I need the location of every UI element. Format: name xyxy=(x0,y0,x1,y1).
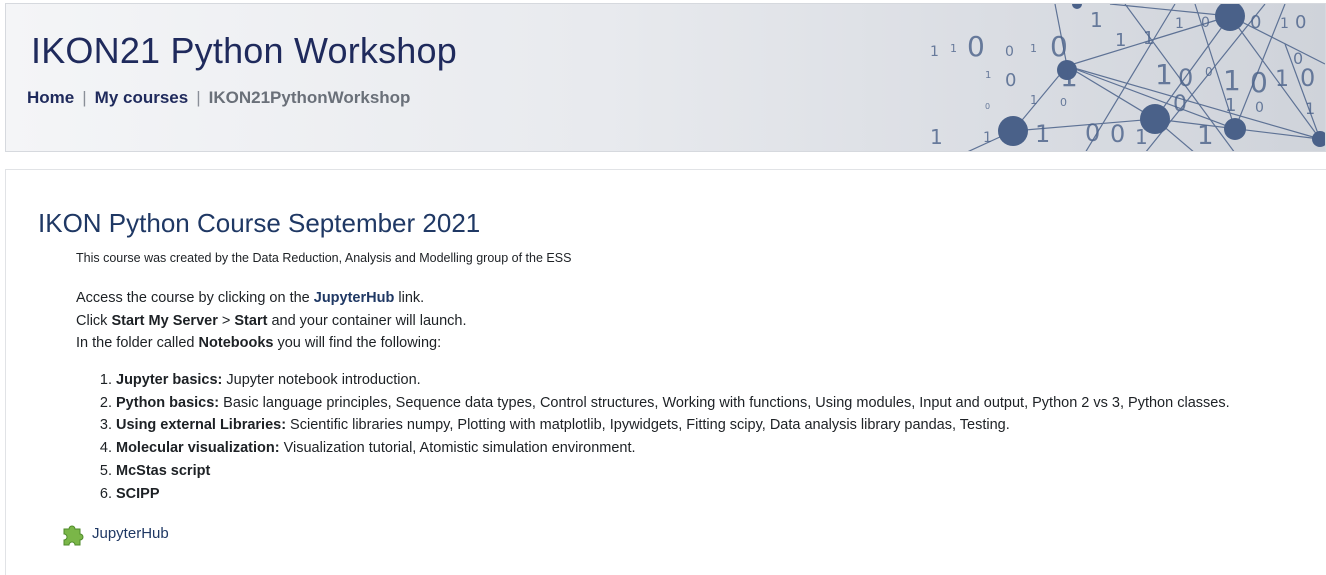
svg-text:1: 1 xyxy=(1115,30,1126,51)
list-item: Jupyter basics: Jupyter notebook introdu… xyxy=(116,369,1230,392)
svg-text:0: 0 xyxy=(1300,64,1315,92)
list-item: SCIPP xyxy=(116,483,1230,506)
topic-description: Jupyter notebook introduction. xyxy=(222,372,421,388)
svg-text:1: 1 xyxy=(1275,67,1289,92)
jupyterhub-link-label: JupyterHub xyxy=(92,524,169,542)
svg-text:1: 1 xyxy=(1030,93,1038,107)
svg-text:1: 1 xyxy=(1035,120,1050,148)
svg-text:1: 1 xyxy=(930,125,943,149)
topic-description: Visualization tutorial, Atomistic simula… xyxy=(279,440,636,457)
puzzle-piece-icon xyxy=(63,525,84,546)
svg-text:1: 1 xyxy=(1143,28,1154,49)
topic-title: Using external Libraries: xyxy=(116,417,287,434)
breadcrumb: Home | My courses | IKON21PythonWorkshop xyxy=(27,88,410,108)
topic-title: SCIPP xyxy=(116,485,160,502)
topic-description: Basic language principles, Sequence data… xyxy=(219,394,1230,411)
svg-text:1: 1 xyxy=(1155,58,1173,91)
list-item: Python basics: Basic language principles… xyxy=(116,392,1230,415)
svg-text:1: 1 xyxy=(1090,8,1103,32)
svg-text:1: 1 xyxy=(950,42,957,55)
svg-text:0: 0 xyxy=(1178,64,1193,92)
svg-text:0: 0 xyxy=(1005,44,1014,60)
svg-text:0: 0 xyxy=(1255,100,1264,116)
site-title: IKON21 Python Workshop xyxy=(31,30,457,71)
svg-text:1: 1 xyxy=(1280,16,1289,32)
topic-title: Python basics: xyxy=(116,394,220,411)
svg-text:1: 1 xyxy=(1060,60,1078,93)
svg-text:0: 0 xyxy=(1110,120,1125,148)
instruction-text: Access the course by clicking on the xyxy=(76,290,314,306)
svg-text:1: 1 xyxy=(1197,121,1214,151)
jupyterhub-inline-link[interactable]: JupyterHub xyxy=(314,290,395,306)
course-summary: This course was created by the Data Redu… xyxy=(76,251,572,265)
breadcrumb-current-course: IKON21PythonWorkshop xyxy=(208,88,411,107)
breadcrumb-my-courses-link[interactable]: My courses xyxy=(95,88,189,107)
list-item: Molecular visualization: Visualization t… xyxy=(116,437,1230,460)
svg-text:0: 0 xyxy=(1295,12,1306,33)
instruction-text: > xyxy=(217,312,235,329)
svg-text:0: 0 xyxy=(1050,30,1068,63)
instruction-text: link. xyxy=(394,290,425,306)
instruction-text: you will find the following: xyxy=(273,335,442,351)
course-content: IKON Python Course September 2021 This c… xyxy=(5,169,1326,575)
instruction-text: In the folder called xyxy=(76,335,199,351)
svg-text:1: 1 xyxy=(1225,95,1236,116)
svg-text:0: 0 xyxy=(1060,96,1067,109)
instruction-line: Click Start My Server > Start and your c… xyxy=(76,310,467,333)
svg-text:0: 0 xyxy=(1005,70,1016,91)
instruction-text: and your container will launch. xyxy=(267,312,467,329)
svg-text:1: 1 xyxy=(1175,16,1184,32)
svg-text:1: 1 xyxy=(1030,42,1037,55)
instruction-line: In the folder called Notebooks you will … xyxy=(76,332,467,355)
topic-description: Scientific libraries numpy, Plotting wit… xyxy=(286,417,1010,434)
svg-text:0: 0 xyxy=(1293,49,1303,68)
topic-title: Jupyter basics: xyxy=(116,372,223,388)
svg-text:1: 1 xyxy=(985,70,991,81)
svg-text:0: 0 xyxy=(1173,92,1187,117)
start-text: Start xyxy=(234,312,268,329)
breadcrumb-separator: | xyxy=(82,88,87,107)
svg-text:1: 1 xyxy=(1223,64,1241,97)
svg-text:1: 1 xyxy=(983,130,992,146)
svg-text:0: 0 xyxy=(967,30,985,63)
jupyterhub-activity-link[interactable]: JupyterHub xyxy=(61,520,169,546)
network-banner-art: 1 1 0 0 1 0 1 0 1 0 0 1 1 1 0 0 1 1 1 1 … xyxy=(930,4,1325,151)
topic-title: McStas script xyxy=(116,462,211,479)
svg-text:0: 0 xyxy=(1250,12,1261,33)
course-title: IKON Python Course September 2021 xyxy=(38,208,481,238)
svg-text:0: 0 xyxy=(985,102,990,111)
svg-text:0: 0 xyxy=(1205,65,1213,79)
svg-text:1: 1 xyxy=(1135,125,1148,149)
svg-text:0: 0 xyxy=(1250,66,1268,99)
access-instructions: Access the course by clicking on the Jup… xyxy=(76,287,467,355)
start-my-server-text: Start My Server xyxy=(111,312,218,329)
notebooks-folder-text: Notebooks xyxy=(198,335,274,351)
svg-text:0: 0 xyxy=(1085,119,1100,147)
instruction-line: Access the course by clicking on the Jup… xyxy=(76,287,467,310)
svg-text:1: 1 xyxy=(1305,99,1315,118)
instruction-text: Click xyxy=(76,312,112,329)
list-item: McStas script xyxy=(116,460,1230,483)
breadcrumb-separator: | xyxy=(196,88,201,107)
page-header: 1 1 0 0 1 0 1 0 1 0 0 1 1 1 0 0 1 1 1 1 … xyxy=(5,3,1326,152)
list-item: Using external Libraries: Scientific lib… xyxy=(116,414,1230,437)
topic-title: Molecular visualization: xyxy=(116,440,280,457)
topic-list: Jupyter basics: Jupyter notebook introdu… xyxy=(76,369,1230,505)
svg-text:0: 0 xyxy=(1201,15,1210,31)
svg-text:1: 1 xyxy=(930,44,939,60)
breadcrumb-home-link[interactable]: Home xyxy=(27,88,74,107)
